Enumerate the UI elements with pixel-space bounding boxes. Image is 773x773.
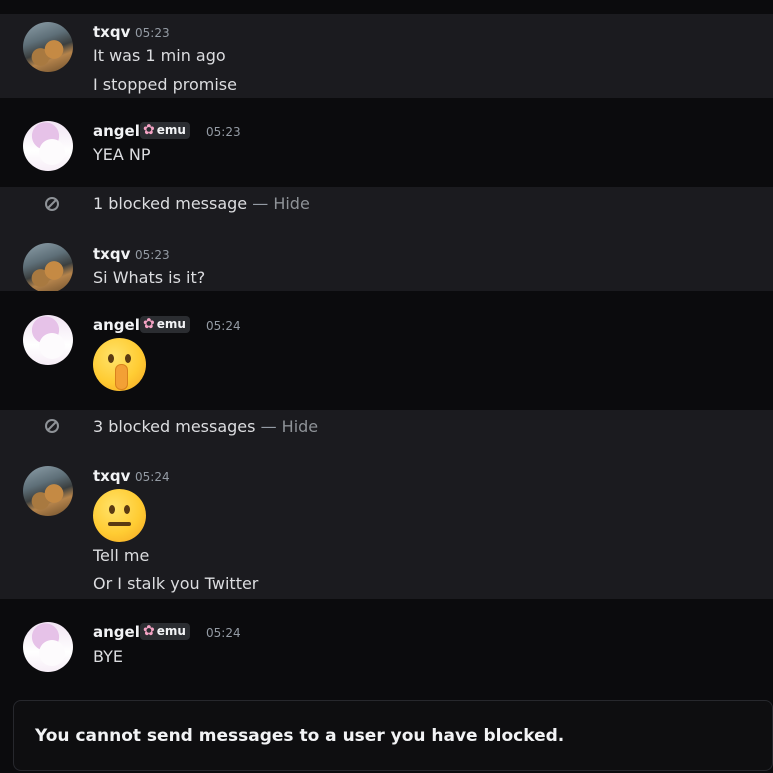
message-group[interactable]: angel ✿ emu 05:24 [0, 291, 773, 410]
emoji-eye [108, 354, 114, 363]
emoji-eye [125, 354, 131, 363]
author-name[interactable]: txqv [93, 467, 130, 485]
avatar[interactable] [23, 243, 73, 293]
timestamp: 05:24 [135, 470, 170, 484]
avatar[interactable] [23, 622, 73, 672]
blocked-icon [45, 419, 59, 433]
composer-notice-text: You cannot send messages to a user you h… [35, 726, 565, 746]
separator: — [255, 417, 282, 436]
message-text: It was 1 min ago [93, 46, 226, 65]
tag-label: emu [156, 123, 186, 137]
emoji-eye [109, 505, 115, 514]
emoji-mouth [108, 522, 131, 526]
avatar[interactable] [23, 466, 73, 516]
message-text: Tell me [93, 546, 150, 565]
blocked-count-text: 3 blocked messages [93, 417, 256, 436]
message-group[interactable]: txqv 05:24 Tell me Or I stalk you Twitte… [0, 446, 773, 599]
message-text: I stopped promise [93, 75, 237, 94]
emoji-finger [115, 364, 128, 390]
avatar[interactable] [23, 315, 73, 365]
author-name[interactable]: txqv [93, 245, 130, 263]
shushing-face-emoji[interactable] [93, 338, 146, 391]
timestamp: 05:23 [135, 26, 170, 40]
separator: — [247, 194, 274, 213]
message-group[interactable]: txqv 05:23 Si Whats is it? [0, 225, 773, 293]
sakura-flower-icon: ✿ [143, 623, 155, 639]
neutral-face-emoji[interactable] [93, 489, 146, 542]
message-text: BYE [93, 647, 123, 666]
author-name[interactable]: angel [93, 623, 140, 641]
guild-tag[interactable]: ✿ emu [140, 316, 190, 333]
tag-label: emu [156, 624, 186, 638]
author-name[interactable]: angel [93, 316, 140, 334]
hide-link[interactable]: Hide [273, 194, 309, 213]
top-edge [0, 0, 773, 14]
message-text: Or I stalk you Twitter [93, 574, 259, 593]
sakura-flower-icon: ✿ [143, 122, 155, 138]
message-text: YEA NP [93, 145, 151, 164]
tag-label: emu [156, 317, 186, 331]
blocked-messages-row[interactable]: 1 blocked message — Hide [0, 187, 773, 225]
hide-link[interactable]: Hide [282, 417, 318, 436]
avatar[interactable] [23, 121, 73, 171]
emoji-eye [124, 505, 130, 514]
message-group[interactable]: angel ✿ emu 05:23 YEA NP [0, 98, 773, 187]
author-name[interactable]: angel [93, 122, 140, 140]
message-group[interactable]: txqv 05:23 It was 1 min ago I stopped pr… [0, 14, 773, 98]
author-name[interactable]: txqv [93, 23, 130, 41]
blocked-icon [45, 197, 59, 211]
blocked-messages-row[interactable]: 3 blocked messages — Hide [0, 410, 773, 446]
message-text: Si Whats is it? [93, 268, 206, 287]
blocked-label: 3 blocked messages — Hide [93, 417, 318, 436]
guild-tag[interactable]: ✿ emu [140, 623, 190, 640]
timestamp: 05:23 [135, 248, 170, 262]
blocked-label: 1 blocked message — Hide [93, 194, 310, 213]
guild-tag[interactable]: ✿ emu [140, 122, 190, 139]
blocked-composer-notice: You cannot send messages to a user you h… [13, 700, 773, 771]
timestamp: 05:23 [206, 125, 241, 139]
message-group[interactable]: angel ✿ emu 05:24 BYE [0, 599, 773, 689]
timestamp: 05:24 [206, 319, 241, 333]
timestamp: 05:24 [206, 626, 241, 640]
blocked-count-text: 1 blocked message [93, 194, 248, 213]
sakura-flower-icon: ✿ [143, 316, 155, 332]
avatar[interactable] [23, 22, 73, 72]
